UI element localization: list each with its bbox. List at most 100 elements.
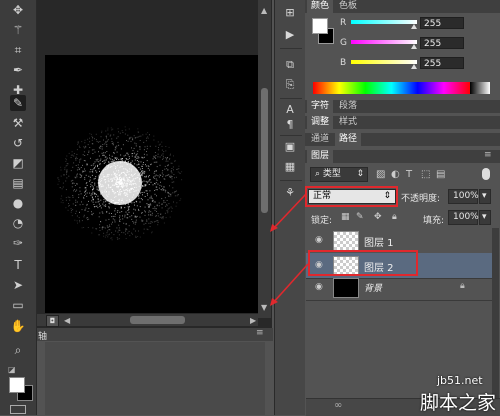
timeline-body: [45, 342, 265, 415]
filter-pixel-icon[interactable]: ▨: [376, 169, 385, 180]
fill-input[interactable]: 100%: [448, 210, 479, 225]
layers-menu-icon[interactable]: ≡: [484, 150, 492, 160]
layer-filter-dropdown[interactable]: ⌕ 类型 ⇕: [310, 167, 368, 182]
filter-smart-object-icon[interactable]: ▤: [436, 169, 445, 180]
history-brush-icon[interactable]: ↺: [10, 135, 26, 151]
foreground-color-swatch[interactable]: [9, 377, 25, 393]
highlight-blend-mode: [305, 186, 398, 207]
filter-shape-icon[interactable]: ⬚: [421, 169, 430, 180]
layers-panel-tabs: 图层: [305, 150, 500, 163]
path-selection-icon[interactable]: ➤: [10, 277, 26, 293]
watermark-site: jb51.net: [437, 374, 483, 387]
filter-type-icon[interactable]: T: [406, 169, 412, 180]
timeline-tab[interactable]: 轴: [38, 329, 47, 342]
lock-transparent-icon[interactable]: ▦: [341, 212, 350, 222]
shape-icon[interactable]: ▭: [10, 297, 26, 313]
type-icon[interactable]: T: [10, 257, 26, 273]
fill-slider-toggle[interactable]: ▾: [479, 210, 491, 225]
scroll-up-icon[interactable]: ▲: [261, 6, 267, 15]
lock-label: 锁定:: [311, 216, 333, 226]
tab-swatches[interactable]: 色板: [335, 0, 361, 13]
highlight-layer-2: [308, 250, 418, 276]
pen-icon[interactable]: ✑: [10, 235, 26, 251]
layer-thumbnail: [333, 278, 359, 298]
magic-wand-icon[interactable]: ⚚: [10, 22, 26, 38]
tab-layers[interactable]: 图层: [307, 150, 334, 163]
layer-lock-icon: 🔒︎: [460, 281, 465, 291]
status-menu-icon[interactable]: ◘: [46, 315, 59, 327]
channel-slider-track[interactable]: [351, 40, 417, 44]
channel-slider-thumb[interactable]: [411, 44, 417, 49]
hand-icon[interactable]: ✋: [10, 318, 26, 334]
layer-row[interactable]: ◉ 背景 🔒︎: [306, 275, 492, 301]
tab-color[interactable]: 颜色: [307, 0, 334, 13]
lock-position-icon[interactable]: ✥: [374, 212, 382, 222]
panel-menu-icon[interactable]: ≡: [256, 328, 264, 338]
info-icon[interactable]: ▣: [283, 140, 297, 154]
lock-all-icon[interactable]: 🔒︎: [392, 212, 397, 222]
vertical-scroll-thumb[interactable]: [261, 88, 268, 213]
clone-source-icon[interactable]: ⎘: [283, 78, 297, 92]
channel-value-input[interactable]: 255: [420, 17, 464, 29]
spray-brush-stroke: [57, 126, 183, 241]
gradient-icon[interactable]: ▤: [10, 175, 26, 191]
opacity-label: 不透明度:: [401, 194, 441, 204]
document-canvas[interactable]: [45, 55, 260, 313]
layer-thumbnail: [333, 231, 359, 251]
visibility-eye-icon[interactable]: ◉: [315, 282, 325, 292]
horizontal-scroll-thumb[interactable]: [130, 316, 185, 324]
eyedropper-icon[interactable]: ✒: [10, 62, 26, 78]
channels-panel-tabs: 通道 路径: [305, 133, 500, 146]
channel-slider-track[interactable]: [351, 60, 417, 64]
eraser-icon[interactable]: ◩: [10, 155, 26, 171]
crop-icon[interactable]: ⌗: [10, 42, 26, 58]
search-icon: ⌕: [315, 169, 321, 179]
zoom-icon[interactable]: ⌕: [10, 342, 26, 358]
tab-character[interactable]: 字符: [307, 100, 334, 113]
default-colors-icon[interactable]: ◪: [8, 365, 16, 374]
layer-name[interactable]: 背景: [364, 281, 382, 294]
dropdown-arrow-icon: ⇕: [356, 169, 364, 179]
lock-image-icon[interactable]: ✎: [356, 212, 364, 222]
channel-slider-track[interactable]: [351, 20, 417, 24]
scroll-left-icon[interactable]: ◀: [64, 316, 70, 325]
channel-slider-thumb[interactable]: [411, 24, 417, 29]
character-panel-tabs: 字符 段落: [305, 100, 500, 113]
tab-adjustments[interactable]: 调整: [307, 116, 334, 129]
scroll-right-icon[interactable]: ▶: [250, 316, 256, 325]
channel-value-input[interactable]: 255: [420, 37, 464, 49]
grayscale-ramp[interactable]: [470, 82, 490, 94]
annotation-arrows: [270, 193, 309, 306]
paragraph-icon[interactable]: ¶: [283, 118, 297, 132]
scroll-down-icon[interactable]: ▼: [261, 303, 267, 312]
quick-mask-icon[interactable]: [10, 405, 26, 414]
history-icon[interactable]: ⊞: [283, 6, 297, 20]
opacity-input[interactable]: 100%: [448, 189, 479, 204]
channel-slider-thumb[interactable]: [411, 64, 417, 69]
layer-name[interactable]: 图层 1: [364, 234, 394, 249]
tab-paragraph[interactable]: 段落: [335, 100, 361, 113]
tab-paths[interactable]: 路径: [335, 133, 362, 146]
opacity-slider-toggle[interactable]: ▾: [479, 189, 491, 204]
channel-value-input[interactable]: 255: [420, 57, 464, 69]
link-layers-icon[interactable]: ∞: [334, 400, 342, 411]
notes-icon[interactable]: ▦: [283, 160, 297, 174]
layers-scrollbar[interactable]: [492, 228, 499, 398]
character-icon[interactable]: A: [283, 103, 297, 117]
visibility-eye-icon[interactable]: ◉: [315, 235, 325, 245]
layer-filter-kind: 类型: [322, 169, 341, 179]
color-spectrum-bar[interactable]: [313, 82, 470, 94]
brush-icon[interactable]: ✎: [10, 95, 26, 111]
dodge-icon[interactable]: ◔: [10, 215, 26, 231]
color-panel-fg-swatch[interactable]: [312, 18, 328, 34]
tab-channels[interactable]: 通道: [307, 133, 333, 146]
move-icon[interactable]: ✥: [10, 2, 26, 18]
filter-adjustment-icon[interactable]: ◐: [391, 169, 400, 180]
channel-label: B: [340, 58, 347, 68]
clone-stamp-icon[interactable]: ⚒: [10, 115, 26, 131]
actions-play-icon[interactable]: ▶: [283, 28, 297, 42]
filter-toggle-switch[interactable]: [482, 168, 490, 180]
brush-presets-icon[interactable]: ⧉: [283, 58, 297, 72]
blur-icon[interactable]: ●: [10, 195, 26, 211]
tab-styles[interactable]: 样式: [335, 116, 361, 129]
